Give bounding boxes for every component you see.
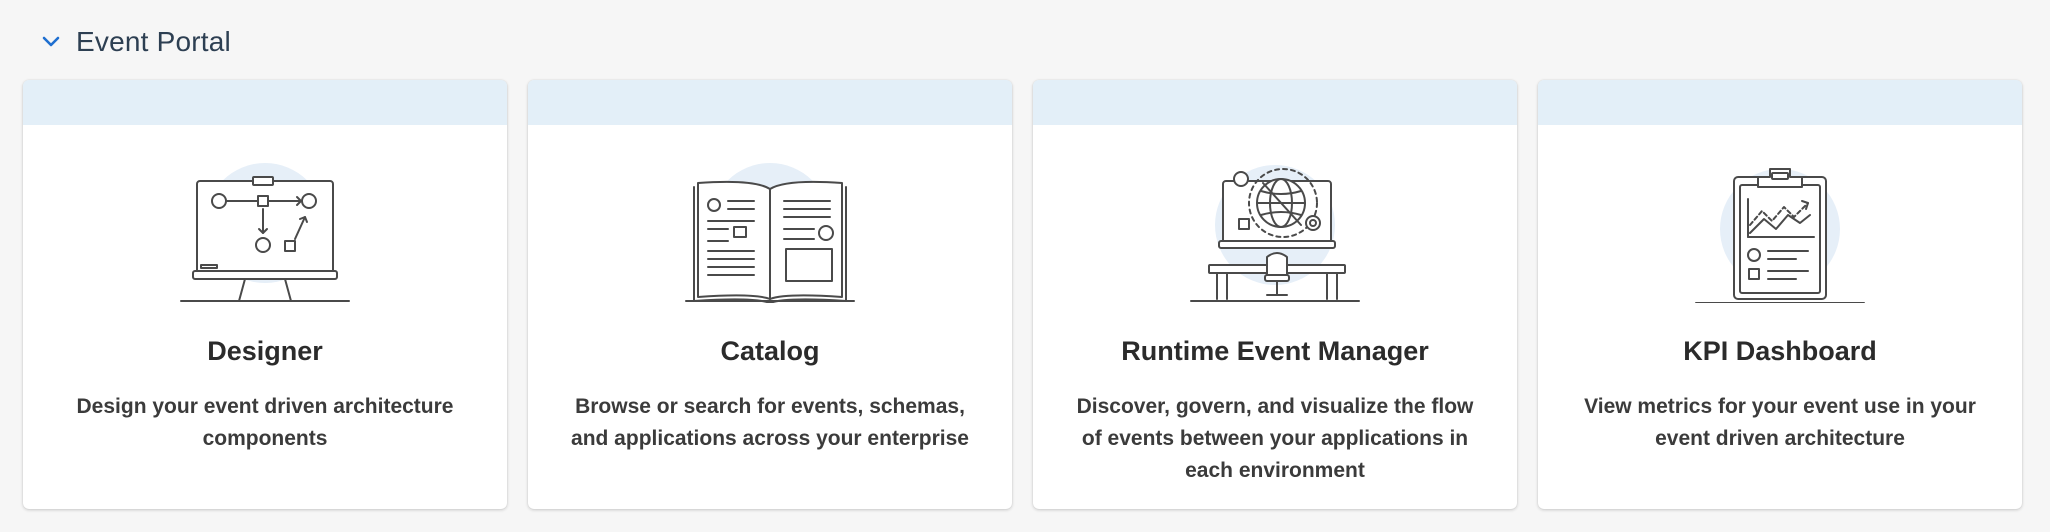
card-description: Design your event driven architecture co… [76, 395, 454, 450]
card-catalog[interactable]: Catalog Browse or search for events, sch… [528, 80, 1012, 509]
whiteboard-diagram-icon [173, 153, 357, 303]
chevron-down-icon [40, 31, 62, 53]
card-header-band [23, 80, 507, 125]
card-header-band [1538, 80, 2022, 125]
card-title: Catalog [720, 336, 820, 366]
section-toggle-event-portal[interactable]: Event Portal [40, 22, 231, 62]
card-description: Discover, govern, and visualize the flow… [1076, 395, 1474, 482]
card-header-band [1033, 80, 1517, 125]
section-title: Event Portal [76, 26, 231, 57]
card-title: Runtime Event Manager [1121, 336, 1429, 366]
card-description: View metrics for your event use in your … [1584, 395, 1976, 450]
card-title: KPI Dashboard [1683, 336, 1877, 366]
card-title: Designer [207, 336, 323, 366]
card-grid: Designer Design your event driven archit… [23, 80, 2022, 509]
card-designer[interactable]: Designer Design your event driven archit… [23, 80, 507, 509]
card-kpi-dashboard[interactable]: KPI Dashboard View metrics for your even… [1538, 80, 2022, 509]
card-header-band [528, 80, 1012, 125]
card-description: Browse or search for events, schemas, an… [571, 395, 969, 450]
desk-globe-monitor-icon [1183, 153, 1367, 303]
card-runtime-event-manager[interactable]: Runtime Event Manager Discover, govern, … [1033, 80, 1517, 509]
open-book-icon [678, 153, 862, 304]
clipboard-chart-icon [1688, 153, 1872, 304]
